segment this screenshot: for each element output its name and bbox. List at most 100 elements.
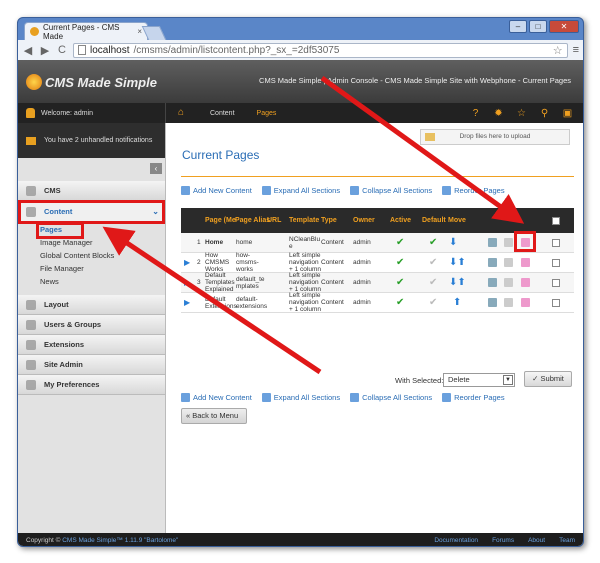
col-move[interactable]: Move: [448, 217, 466, 224]
back-button[interactable]: ◀: [22, 44, 34, 57]
home-icon[interactable]: ⌂: [178, 108, 188, 118]
notifications[interactable]: You have 2 unhandled notifications: [18, 123, 165, 158]
row-checkbox[interactable]: [552, 258, 560, 267]
copy-icon[interactable]: [504, 258, 513, 267]
close-window-button[interactable]: ✕: [549, 20, 579, 33]
lock-icon[interactable]: ▣: [562, 108, 573, 119]
bookmark-star-icon[interactable]: ☆: [553, 44, 563, 57]
add-content-link[interactable]: Add New Content: [181, 393, 252, 402]
col-template[interactable]: Template: [289, 217, 319, 224]
copy-icon[interactable]: [504, 238, 513, 247]
default-check-icon[interactable]: ✔: [429, 297, 437, 308]
browser-menu-icon[interactable]: ≡: [573, 44, 579, 56]
copy-icon[interactable]: [504, 278, 513, 287]
move-down-up-icon[interactable]: ⬇⬆: [449, 257, 466, 268]
cms-version-link[interactable]: CMS Made Simple™ 1.11.9 "Bartolome": [62, 537, 178, 544]
expand-row-icon[interactable]: ▶: [184, 258, 190, 267]
reload-button[interactable]: C: [56, 44, 68, 56]
welcome-user: Welcome: admin: [18, 103, 166, 123]
view-icon[interactable]: [488, 238, 497, 247]
page-title-link[interactable]: Default Templates Explained: [205, 272, 235, 293]
edit-icon[interactable]: [521, 278, 530, 287]
sidebar-section-site-admin[interactable]: Site Admin: [18, 355, 165, 375]
browser-tab-current-pages[interactable]: Current Pages - CMS Made ×: [24, 22, 148, 41]
sidebar-section-layout[interactable]: Layout: [18, 295, 165, 315]
footer-link-documentation[interactable]: Documentation: [434, 537, 478, 544]
col-type[interactable]: Type: [321, 217, 337, 224]
sidebar-section-cms[interactable]: CMS: [18, 181, 165, 201]
nav-tab-pages[interactable]: Pages: [257, 110, 277, 117]
minimize-button[interactable]: –: [509, 20, 527, 33]
close-tab-icon[interactable]: ×: [137, 27, 142, 36]
bulk-action-select[interactable]: Delete ▼: [443, 373, 515, 387]
collapse-sidebar-button[interactable]: ‹: [150, 163, 162, 174]
page-title-link[interactable]: Home: [205, 239, 233, 246]
cms-logo[interactable]: CMS Made Simple: [26, 72, 176, 92]
col-url[interactable]: URL: [267, 217, 281, 224]
help-icon[interactable]: ?: [470, 108, 481, 119]
row-checkbox[interactable]: [552, 298, 560, 307]
edit-icon[interactable]: [521, 258, 530, 267]
edit-icon[interactable]: [521, 298, 530, 307]
footer-link-forums[interactable]: Forums: [492, 537, 514, 544]
footer-link-team[interactable]: Team: [559, 537, 575, 544]
forward-button[interactable]: ▶: [39, 44, 51, 57]
col-default[interactable]: Default: [422, 217, 446, 224]
active-check-icon[interactable]: ✔: [396, 257, 404, 268]
row-checkbox[interactable]: [552, 278, 560, 287]
view-icon[interactable]: [488, 258, 497, 267]
expand-all-link[interactable]: Expand All Sections: [261, 186, 340, 195]
sidebar-section-users-groups[interactable]: Users & Groups: [18, 315, 165, 335]
active-check-icon[interactable]: ✔: [396, 237, 404, 248]
reorder-pages-link[interactable]: Reorder Pages: [442, 186, 505, 195]
file-dropzone[interactable]: Drop files here to upload: [420, 129, 570, 145]
add-content-link[interactable]: Add New Content: [181, 186, 252, 195]
active-check-icon[interactable]: ✔: [396, 277, 404, 288]
submenu-item-file-manager[interactable]: File Manager: [40, 262, 114, 275]
footer-link-about[interactable]: About: [528, 537, 545, 544]
table-row: ▶ 3 Default Templates Explained default_…: [181, 272, 574, 293]
address-bar[interactable]: localhost/cmsms/admin/listcontent.php?_s…: [73, 42, 568, 58]
layout-icon: [26, 299, 36, 310]
reorder-pages-link[interactable]: Reorder Pages: [442, 393, 505, 402]
col-active[interactable]: Active: [390, 217, 411, 224]
move-up-icon[interactable]: ⬆: [453, 297, 461, 308]
move-down-icon[interactable]: ⬇: [449, 237, 457, 248]
maximize-button[interactable]: □: [529, 20, 547, 33]
view-icon[interactable]: [488, 298, 497, 307]
row-checkbox[interactable]: [552, 238, 560, 247]
col-page[interactable]: Page (Me: [205, 217, 236, 224]
default-check-icon[interactable]: ✔: [429, 237, 437, 248]
with-selected-label: With Selected:: [395, 376, 444, 385]
col-page-alias[interactable]: Page Alias: [235, 217, 270, 224]
view-icon[interactable]: [488, 278, 497, 287]
sidebar-section-extensions[interactable]: Extensions: [18, 335, 165, 355]
active-check-icon[interactable]: ✔: [396, 297, 404, 308]
copy-icon[interactable]: [504, 298, 513, 307]
default-check-icon[interactable]: ✔: [429, 257, 437, 268]
nav-tab-content[interactable]: Content: [210, 110, 235, 117]
submit-button[interactable]: ✓ Submit: [524, 371, 572, 387]
submenu-item-global-content-blocks[interactable]: Global Content Blocks: [40, 249, 114, 262]
move-down-up-icon[interactable]: ⬇⬆: [449, 277, 466, 288]
highlight-box-pages: [36, 222, 84, 239]
select-all-checkbox[interactable]: [552, 216, 560, 225]
collapse-all-link[interactable]: Collapse All Sections: [350, 186, 432, 195]
search-icon[interactable]: ⚲: [539, 108, 550, 119]
back-to-menu-button[interactable]: « Back to Menu: [181, 408, 247, 424]
col-owner[interactable]: Owner: [353, 217, 375, 224]
expand-row-icon[interactable]: ▶: [184, 278, 190, 287]
sidebar-section-my-preferences[interactable]: My Preferences: [18, 375, 165, 395]
page-title-link[interactable]: Default Extensions: [205, 296, 237, 310]
bookmarks-star-icon[interactable]: ☆: [516, 108, 527, 119]
top-actions: Add New Content Expand All Sections Coll…: [181, 186, 505, 195]
settings-gear-icon[interactable]: ✹: [493, 108, 504, 119]
expand-row-icon[interactable]: ▶: [184, 298, 190, 307]
page-title-link[interactable]: How CMSMS Works: [205, 252, 233, 273]
table-header: Page (Me Page Alias URL Template Type Ow…: [181, 208, 574, 233]
extensions-icon: [26, 339, 36, 350]
collapse-all-link[interactable]: Collapse All Sections: [350, 393, 432, 402]
default-check-icon[interactable]: ✔: [429, 277, 437, 288]
submenu-item-news[interactable]: News: [40, 275, 114, 288]
expand-all-link[interactable]: Expand All Sections: [261, 393, 340, 402]
